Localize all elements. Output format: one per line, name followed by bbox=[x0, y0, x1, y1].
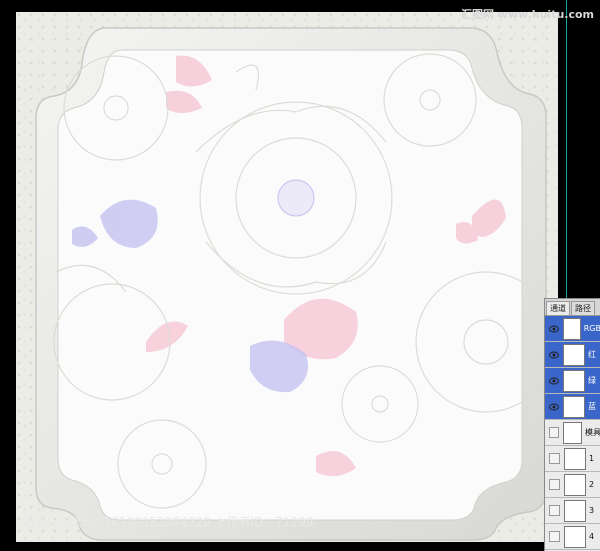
channel-label: RGB bbox=[583, 324, 600, 333]
channel-row[interactable]: 1 bbox=[545, 446, 600, 472]
channel-list: RGB 红绿蓝模具 1 2 3 4 bbox=[545, 316, 600, 550]
channel-label: 4 bbox=[589, 532, 595, 541]
watermark-id: 编号：20150818100152364320 上传者ID：71299 bbox=[22, 515, 314, 529]
channel-thumbnail bbox=[564, 473, 586, 496]
channel-thumbnail bbox=[563, 395, 585, 418]
channel-row[interactable]: 绿 bbox=[545, 368, 600, 394]
watermark-site: 汇图网 www.huitu.com bbox=[460, 8, 594, 21]
channel-thumbnail bbox=[563, 343, 585, 366]
channel-row[interactable]: 蓝 bbox=[545, 394, 600, 420]
channel-thumbnail bbox=[563, 369, 585, 392]
eye-icon[interactable] bbox=[549, 402, 559, 412]
channel-label: 红 bbox=[588, 350, 596, 359]
channel-label: 2 bbox=[589, 480, 595, 489]
tab-paths[interactable]: 路径 bbox=[571, 301, 595, 315]
channel-label: 3 bbox=[589, 506, 595, 515]
channel-thumbnail bbox=[564, 499, 586, 522]
decorative-frame-inner bbox=[57, 49, 523, 521]
visibility-toggle[interactable] bbox=[549, 531, 560, 542]
tab-channels[interactable]: 通道 bbox=[546, 301, 570, 315]
channel-row[interactable]: RGB bbox=[545, 316, 600, 342]
channel-thumbnail bbox=[564, 447, 586, 470]
channel-row[interactable]: 3 bbox=[545, 498, 600, 524]
channel-label: 1 bbox=[589, 454, 595, 463]
eye-icon[interactable] bbox=[549, 350, 559, 360]
artwork bbox=[35, 27, 557, 541]
visibility-toggle[interactable] bbox=[549, 479, 560, 490]
document-canvas[interactable] bbox=[16, 12, 558, 542]
visibility-toggle[interactable] bbox=[549, 427, 559, 438]
channel-thumbnail bbox=[562, 421, 582, 444]
visibility-toggle[interactable] bbox=[549, 453, 560, 464]
channel-thumbnail bbox=[563, 317, 581, 340]
eye-icon[interactable] bbox=[549, 324, 559, 334]
channel-row[interactable]: 4 bbox=[545, 524, 600, 550]
channel-thumbnail bbox=[564, 525, 586, 548]
channel-label: 模具 bbox=[585, 428, 600, 437]
guide-line bbox=[566, 0, 567, 300]
channel-row[interactable]: 红 bbox=[545, 342, 600, 368]
eye-icon[interactable] bbox=[549, 376, 559, 386]
channels-panel: 通道 路径 RGB 红绿蓝模具 1 2 3 4 bbox=[544, 298, 600, 551]
panel-tabs: 通道 路径 bbox=[545, 299, 600, 316]
channel-row[interactable]: 模具 bbox=[545, 420, 600, 446]
channel-row[interactable]: 2 bbox=[545, 472, 600, 498]
channel-label: 绿 bbox=[588, 376, 596, 385]
channel-label: 蓝 bbox=[588, 402, 596, 411]
visibility-toggle[interactable] bbox=[549, 505, 560, 516]
